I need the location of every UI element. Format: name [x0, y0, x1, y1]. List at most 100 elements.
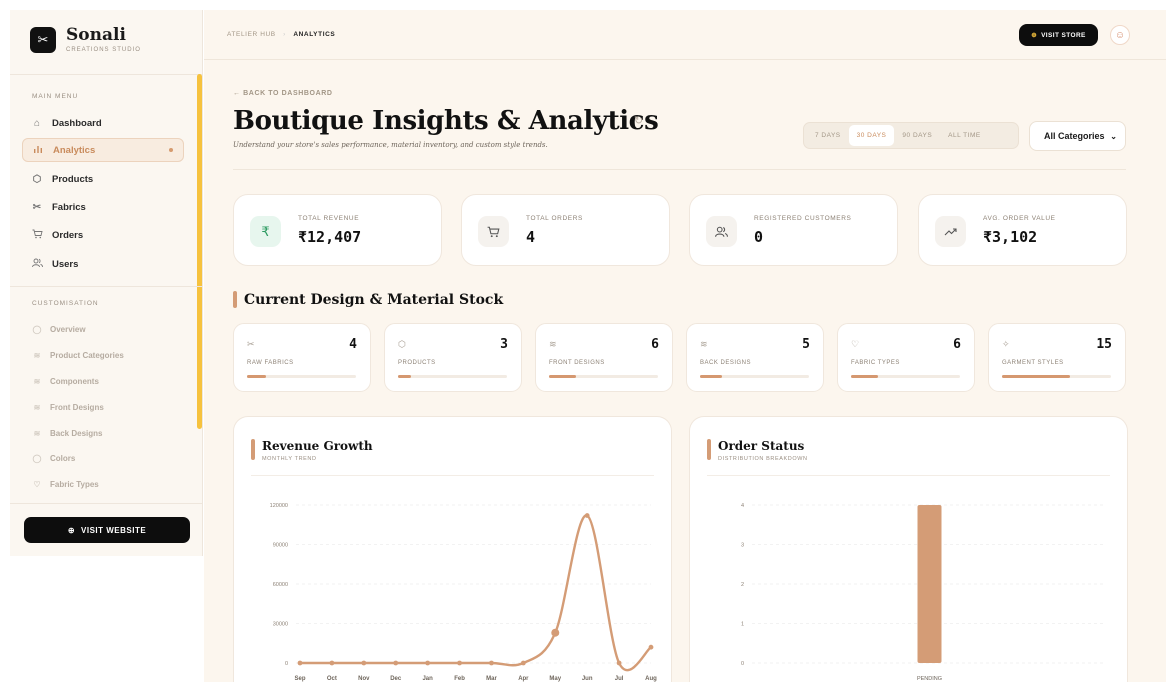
sidebar-item-front-designs[interactable]: ≋ Front Designs: [32, 403, 104, 412]
stock-progress-fill: [247, 375, 266, 378]
stock-label: BACK DESIGNS: [700, 360, 752, 366]
sidebar-item-label: Product Categories: [50, 351, 124, 360]
user-avatar-button[interactable]: ☺: [1110, 25, 1130, 45]
sidebar-scrollbar[interactable]: [197, 74, 202, 429]
order-status-chart[interactable]: 0 1 2 3 4 PENDING: [690, 417, 1128, 682]
category-select[interactable]: All Categories ⌄: [1029, 121, 1126, 151]
stat-value: 4: [526, 228, 536, 246]
sidebar-item-back-designs[interactable]: ≋ Back Designs: [32, 429, 103, 438]
layers-icon: ≋: [549, 339, 557, 349]
sidebar-item-dashboard[interactable]: ⌂ Dashboard: [22, 111, 184, 135]
accent-bar: [233, 291, 237, 308]
stock-value: 3: [500, 337, 508, 352]
stock-label: FRONT DESIGNS: [549, 360, 605, 366]
x-tick-label: Aug: [645, 676, 657, 682]
x-tick-label: Jul: [615, 676, 624, 682]
divider: [233, 169, 1126, 170]
y-tick-label: 0: [285, 661, 288, 667]
stock-progress-track: [700, 375, 809, 378]
stat-value: 0: [754, 228, 764, 246]
x-tick-label: Sep: [294, 676, 305, 682]
y-tick-label: 4: [741, 503, 744, 509]
x-tick-label: Jan: [422, 676, 433, 682]
sidebar-item-overview[interactable]: ◯ Overview: [32, 325, 86, 334]
y-tick-label: 0: [741, 661, 744, 667]
home-icon: ⌂: [33, 117, 41, 129]
stock-card-raw-fabrics: ✂ 4 RAW FABRICS: [233, 323, 371, 392]
revenue-chart-card: Revenue Growth MONTHLY TREND 0 30000 60000…: [233, 416, 672, 682]
user-icon: ☺: [1114, 29, 1126, 41]
breadcrumb-root[interactable]: ATELIER HUB: [227, 31, 276, 38]
x-tick-label: Feb: [454, 676, 465, 682]
y-tick-label: 60000: [273, 582, 288, 588]
range-option-30-days[interactable]: 30 DAYS: [848, 125, 895, 146]
topbar: ATELIER HUB › ANALYTICS ⊕ VISIT STORE ☺: [204, 10, 1166, 60]
globe-icon: ⊕: [1031, 32, 1038, 39]
sidebar-item-analytics[interactable]: Analytics: [22, 138, 184, 162]
x-tick-label: Jun: [582, 676, 593, 682]
stock-value: 6: [953, 337, 961, 352]
stat-card-avg-order-value: AVG. ORDER VALUE ₹3,102: [918, 194, 1127, 266]
shirt-icon: ♡: [33, 480, 41, 489]
stock-progress-track: [398, 375, 507, 378]
customisation-title: CUSTOMISATION: [32, 300, 99, 307]
shirt-icon: ♡: [851, 339, 860, 349]
sidebar-item-label: Orders: [52, 229, 84, 241]
x-tick-label: May: [549, 676, 561, 682]
refresh-icon[interactable]: ↻: [634, 114, 643, 127]
stock-progress-fill: [1002, 375, 1070, 378]
sidebar-item-label: Back Designs: [50, 429, 103, 438]
users-icon: [706, 216, 737, 247]
chevron-down-icon: ⌄: [1110, 131, 1117, 141]
x-tick-label: Oct: [327, 676, 337, 682]
sidebar-item-users[interactable]: Users: [22, 252, 184, 276]
layers-icon: ≋: [33, 403, 41, 412]
circle-icon: ◯: [32, 325, 42, 334]
x-tick-label: Dec: [390, 676, 402, 682]
range-option-all-time[interactable]: ALL TIME: [940, 125, 989, 146]
sidebar: ✂ Sonali CREATIONS STUDIO MAIN MENU ⌂ Da…: [10, 10, 203, 556]
stock-progress-fill: [549, 375, 577, 378]
sidebar-item-orders[interactable]: Orders: [22, 223, 184, 247]
visit-store-label: VISIT STORE: [1041, 31, 1086, 39]
stock-progress-track: [247, 375, 356, 378]
users-icon: [31, 258, 43, 271]
stock-value: 4: [349, 337, 357, 352]
divider: [10, 286, 202, 287]
sidebar-item-label: Overview: [50, 325, 86, 334]
range-option-90-days[interactable]: 90 DAYS: [894, 125, 940, 146]
sidebar-item-fabric-types[interactable]: ♡ Fabric Types: [32, 480, 98, 489]
bar-chart-icon: [32, 144, 44, 157]
page-title: Boutique Insights & Analytics: [233, 106, 659, 136]
back-to-dashboard-link[interactable]: ← BACK TO DASHBOARD: [233, 90, 333, 97]
y-tick-label: 120000: [270, 503, 288, 509]
sidebar-item-product-categories[interactable]: ≋ Product Categories: [32, 351, 124, 360]
stock-progress-track: [549, 375, 658, 378]
y-tick-label: 30000: [273, 622, 288, 628]
data-point: [361, 660, 367, 666]
sidebar-item-products[interactable]: ⬡ Products: [22, 167, 184, 191]
sidebar-item-components[interactable]: ≋ Components: [32, 377, 99, 386]
stock-progress-fill: [398, 375, 412, 378]
visit-store-button[interactable]: ⊕ VISIT STORE: [1019, 24, 1098, 46]
sidebar-item-fabrics[interactable]: ✂ Fabrics: [22, 195, 184, 219]
stock-card-front-designs: ≋ 6 FRONT DESIGNS: [535, 323, 673, 392]
range-option-7-days[interactable]: 7 DAYS: [807, 125, 849, 146]
stat-card-registered-customers: REGISTERED CUSTOMERS 0: [689, 194, 898, 266]
stock-progress-track: [851, 375, 960, 378]
data-point: [520, 660, 526, 666]
brand[interactable]: ✂ Sonali CREATIONS STUDIO: [30, 27, 141, 53]
data-point: [393, 660, 399, 666]
active-indicator: [169, 148, 173, 152]
visit-website-button[interactable]: ⊕ VISIT WEBSITE: [24, 517, 190, 543]
scissors-icon: ✂: [30, 27, 56, 53]
stat-label: TOTAL ORDERS: [526, 215, 583, 222]
revenue-chart[interactable]: 0 30000 60000 90000 120000 Sep Oct Nov Dec Jan Feb…: [234, 417, 672, 682]
rupee-icon: ₹: [250, 216, 281, 247]
sidebar-item-colors[interactable]: ◯ Colors: [32, 454, 76, 463]
data-point: [489, 660, 494, 666]
stat-label: REGISTERED CUSTOMERS: [754, 215, 852, 222]
chevron-right-icon: ›: [283, 31, 286, 38]
stock-section-header: Current Design & Material Stock: [233, 291, 503, 308]
globe-icon: ⊕: [67, 525, 76, 535]
